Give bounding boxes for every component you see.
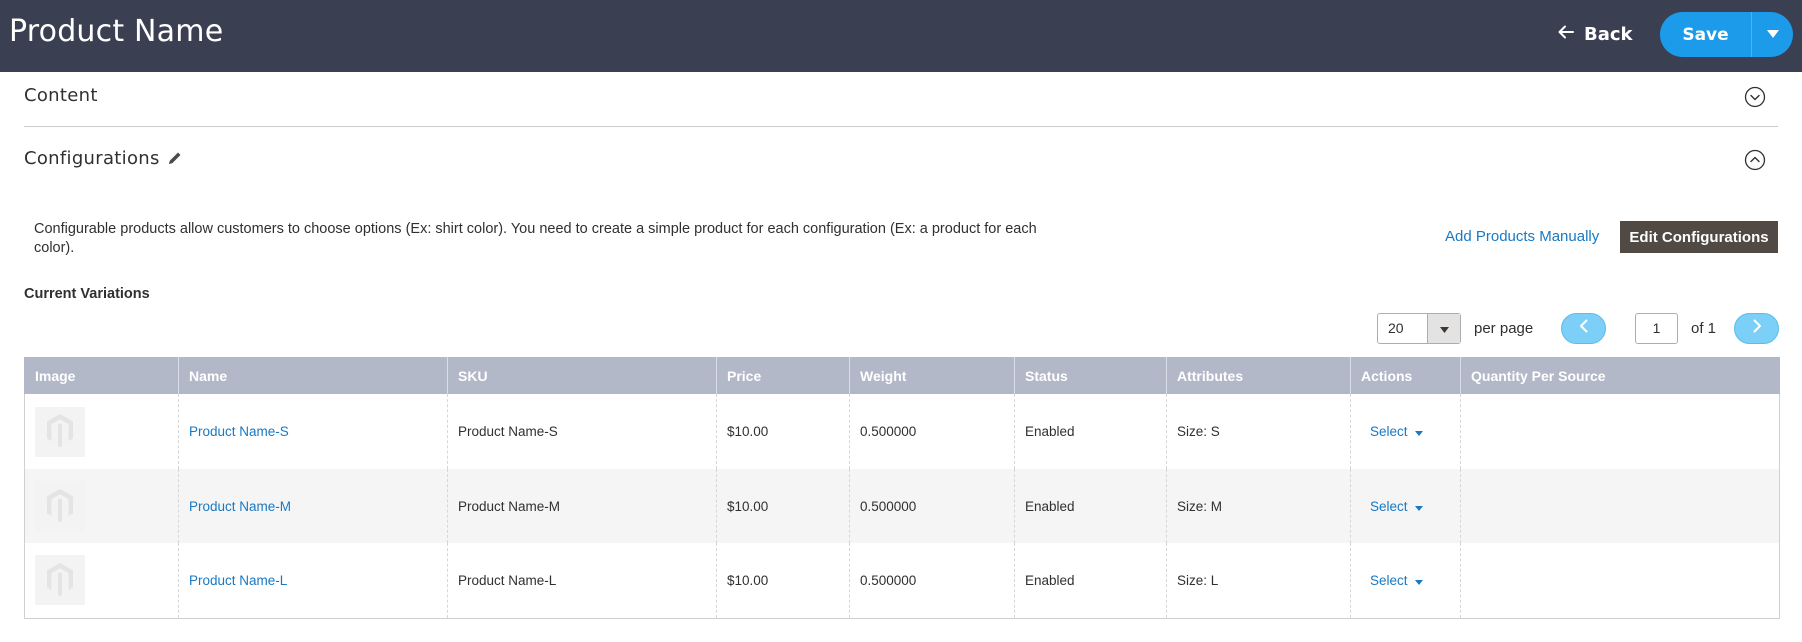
table-row: Product Name-L Product Name-L $10.00 0.5…: [24, 543, 1780, 619]
caret-down-icon: [1414, 573, 1423, 588]
weight-cell: 0.500000: [849, 543, 1015, 619]
image-cell: [24, 543, 179, 619]
save-split-button: Save: [1660, 12, 1793, 57]
action-select-label: Select: [1370, 424, 1408, 439]
save-button[interactable]: Save: [1660, 12, 1751, 57]
per-page-select[interactable]: 20: [1377, 313, 1461, 344]
total-pages-label: of 1: [1691, 320, 1717, 337]
quantity-per-source-cell: [1460, 469, 1780, 543]
per-page-value: 20: [1388, 320, 1404, 336]
status-cell: Enabled: [1014, 543, 1167, 619]
column-header-name: Name: [178, 357, 448, 394]
previous-page-button[interactable]: [1561, 313, 1606, 344]
actions-cell: Select: [1350, 543, 1461, 619]
next-page-button[interactable]: [1734, 313, 1779, 344]
price-cell: $10.00: [716, 543, 850, 619]
pencil-icon[interactable]: [167, 150, 183, 166]
price-cell: $10.00: [716, 394, 850, 469]
name-cell: Product Name-M: [178, 469, 448, 543]
action-select-dropdown[interactable]: Select: [1370, 573, 1423, 588]
section-divider: [24, 126, 1778, 127]
price-cell: $10.00: [716, 469, 850, 543]
per-page-label: per page: [1474, 320, 1534, 337]
table-header-row: Image Name SKU Price Weight Status Attri…: [24, 357, 1780, 394]
status-cell: Enabled: [1014, 469, 1167, 543]
table-row: Product Name-S Product Name-S $10.00 0.5…: [24, 394, 1780, 469]
product-name-link[interactable]: Product Name-S: [189, 424, 289, 439]
action-select-label: Select: [1370, 572, 1408, 588]
product-name-link[interactable]: Product Name-M: [189, 499, 291, 514]
action-select-label: Select: [1370, 498, 1408, 514]
content-section-title[interactable]: Content: [24, 85, 98, 106]
column-header-price: Price: [716, 357, 850, 394]
column-header-quantity-per-source: Quantity Per Source: [1460, 357, 1780, 394]
caret-down-icon: [1766, 26, 1780, 44]
image-cell: [24, 394, 179, 469]
actions-cell: Select: [1350, 394, 1461, 469]
attributes-cell: Size: L: [1166, 543, 1351, 619]
quantity-per-source-cell: [1460, 394, 1780, 469]
product-thumbnail[interactable]: [35, 481, 85, 531]
weight-cell: 0.500000: [849, 469, 1015, 543]
action-select-dropdown[interactable]: Select: [1370, 424, 1423, 439]
chevron-up-circle-icon[interactable]: [1744, 149, 1766, 171]
column-header-weight: Weight: [849, 357, 1015, 394]
magento-placeholder-icon: [44, 561, 76, 600]
actions-cell: Select: [1350, 469, 1461, 543]
quantity-per-source-cell: [1460, 543, 1780, 619]
caret-down-icon: [1414, 499, 1423, 514]
name-cell: Product Name-S: [178, 394, 448, 469]
status-cell: Enabled: [1014, 394, 1167, 469]
product-thumbnail[interactable]: [35, 406, 85, 457]
arrow-left-icon: [1558, 25, 1574, 44]
variations-table: Image Name SKU Price Weight Status Attri…: [24, 357, 1780, 619]
product-thumbnail[interactable]: [35, 555, 85, 606]
name-cell: Product Name-L: [178, 543, 448, 619]
per-page-toggle[interactable]: [1427, 314, 1460, 343]
column-header-image: Image: [24, 357, 179, 394]
column-header-sku: SKU: [447, 357, 717, 394]
sku-cell: Product Name-M: [447, 469, 717, 543]
save-options-toggle[interactable]: [1752, 12, 1793, 57]
chevron-right-icon: [1752, 319, 1762, 338]
page-title: Product Name: [9, 14, 224, 49]
attributes-cell: Size: M: [1166, 469, 1351, 543]
sku-cell: Product Name-L: [447, 543, 717, 619]
back-button-label: Back: [1584, 23, 1633, 45]
product-name-link[interactable]: Product Name-L: [189, 573, 287, 588]
column-header-attributes: Attributes: [1166, 357, 1351, 394]
edit-configurations-button[interactable]: Edit Configurations: [1620, 221, 1778, 253]
image-cell: [24, 469, 179, 543]
sku-cell: Product Name-S: [447, 394, 717, 469]
magento-placeholder-icon: [44, 412, 76, 451]
current-variations-heading: Current Variations: [24, 286, 150, 302]
chevron-down-circle-icon[interactable]: [1744, 86, 1766, 108]
weight-cell: 0.500000: [849, 394, 1015, 469]
chevron-left-icon: [1579, 319, 1589, 338]
current-page-input[interactable]: 1: [1635, 313, 1678, 344]
configurations-description: Configurable products allow customers to…: [34, 221, 1037, 256]
add-products-manually-link[interactable]: Add Products Manually: [1445, 228, 1599, 245]
table-row: Product Name-M Product Name-M $10.00 0.5…: [24, 469, 1780, 543]
back-button[interactable]: Back: [1558, 20, 1633, 48]
action-select-dropdown[interactable]: Select: [1370, 499, 1423, 514]
page-header: Product Name Back Save: [0, 0, 1802, 72]
caret-down-icon: [1439, 320, 1449, 338]
caret-down-icon: [1414, 424, 1423, 439]
configurations-section-title[interactable]: Configurations: [24, 148, 160, 169]
magento-placeholder-icon: [44, 487, 76, 526]
column-header-actions: Actions: [1350, 357, 1461, 394]
attributes-cell: Size: S: [1166, 394, 1351, 469]
column-header-status: Status: [1014, 357, 1167, 394]
